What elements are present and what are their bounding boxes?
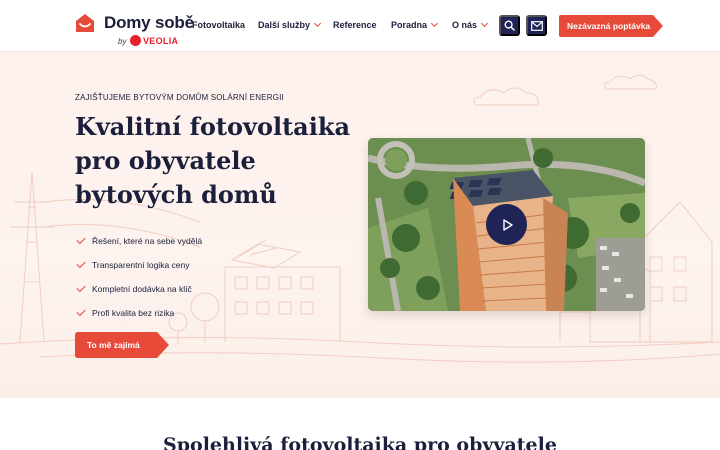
mail-button[interactable]: [526, 15, 547, 36]
interested-button[interactable]: To mě zajímá: [75, 332, 169, 358]
headline-line: Kvalitní fotovoltaika: [75, 112, 351, 141]
chevron-down-icon: [430, 19, 439, 28]
feature-item: Transparentní logika ceny: [76, 253, 202, 277]
section-title: Spolehlivá fotovoltaika pro obyvatele: [163, 434, 557, 450]
house-logo-icon: [76, 14, 94, 32]
nav-label: Další služby: [258, 20, 311, 30]
hero-headline: Kvalitní fotovoltaika pro obyvatele byto…: [75, 110, 375, 212]
feature-item: Profi kvalita bez rizika: [76, 301, 202, 325]
brand-logo[interactable]: Domy sobě by VEOLIA: [74, 12, 194, 48]
play-icon: [502, 218, 513, 231]
hero-eyebrow: ZAJIŠŤUJEME BYTOVÝM DOMŮM SOLÁRNÍ ENERGI…: [75, 93, 284, 102]
mail-icon: [530, 20, 543, 31]
feature-list: Řešení, které na sebe vydělá Transparent…: [76, 229, 203, 325]
check-icon: [76, 258, 86, 269]
partner-logo: VEOLIA: [130, 35, 178, 46]
nav-label: Poradna: [391, 20, 428, 30]
interested-button-label: To mě zajímá: [87, 340, 140, 350]
nav-label: Reference: [333, 20, 377, 30]
brand-by: by: [118, 37, 127, 46]
feature-text: Profi kvalita bez rizika: [92, 308, 175, 318]
nav-item-reference[interactable]: Reference: [333, 20, 377, 30]
feature-item: Kompletní dodávka na klíč: [76, 277, 202, 301]
check-icon: [76, 234, 86, 245]
nav-item-poradna[interactable]: Poradna: [391, 19, 439, 30]
headline-line: bytových domů: [75, 180, 277, 209]
feature-text: Kompletní dodávka na klíč: [92, 284, 192, 294]
nav-item-fotovoltaika[interactable]: Fotovoltaika: [192, 20, 245, 30]
nav-item-o-nas[interactable]: O nás: [452, 19, 489, 30]
feature-text: Řešení, které na sebe vydělá: [92, 236, 203, 246]
inquiry-button-label: Nezávazná poptávka: [567, 21, 651, 31]
veolia-icon: [130, 35, 141, 46]
inquiry-button[interactable]: Nezávazná poptávka: [559, 15, 663, 37]
hero-section: ZAJIŠŤUJEME BYTOVÝM DOMŮM SOLÁRNÍ ENERGI…: [0, 52, 720, 398]
hero-video[interactable]: [368, 138, 645, 311]
feature-item: Řešení, které na sebe vydělá: [76, 229, 203, 253]
feature-text: Transparentní logika ceny: [92, 260, 190, 270]
nav-label: O nás: [452, 20, 478, 30]
site-header: Domy sobě by VEOLIA Fotovoltaika Další s…: [0, 0, 720, 52]
chevron-down-icon: [313, 19, 322, 28]
check-icon: [76, 306, 86, 317]
play-button[interactable]: [486, 204, 527, 245]
search-icon: [504, 20, 515, 31]
headline-line: pro obyvatele: [75, 146, 256, 175]
check-icon: [76, 282, 86, 293]
brand-name: Domy sobě: [104, 13, 194, 32]
search-button[interactable]: [499, 15, 520, 36]
nav-item-dalsi-sluzby[interactable]: Další služby: [258, 19, 322, 30]
partner-name: VEOLIA: [143, 35, 179, 46]
nav-label: Fotovoltaika: [192, 20, 246, 30]
chevron-down-icon: [480, 19, 489, 28]
